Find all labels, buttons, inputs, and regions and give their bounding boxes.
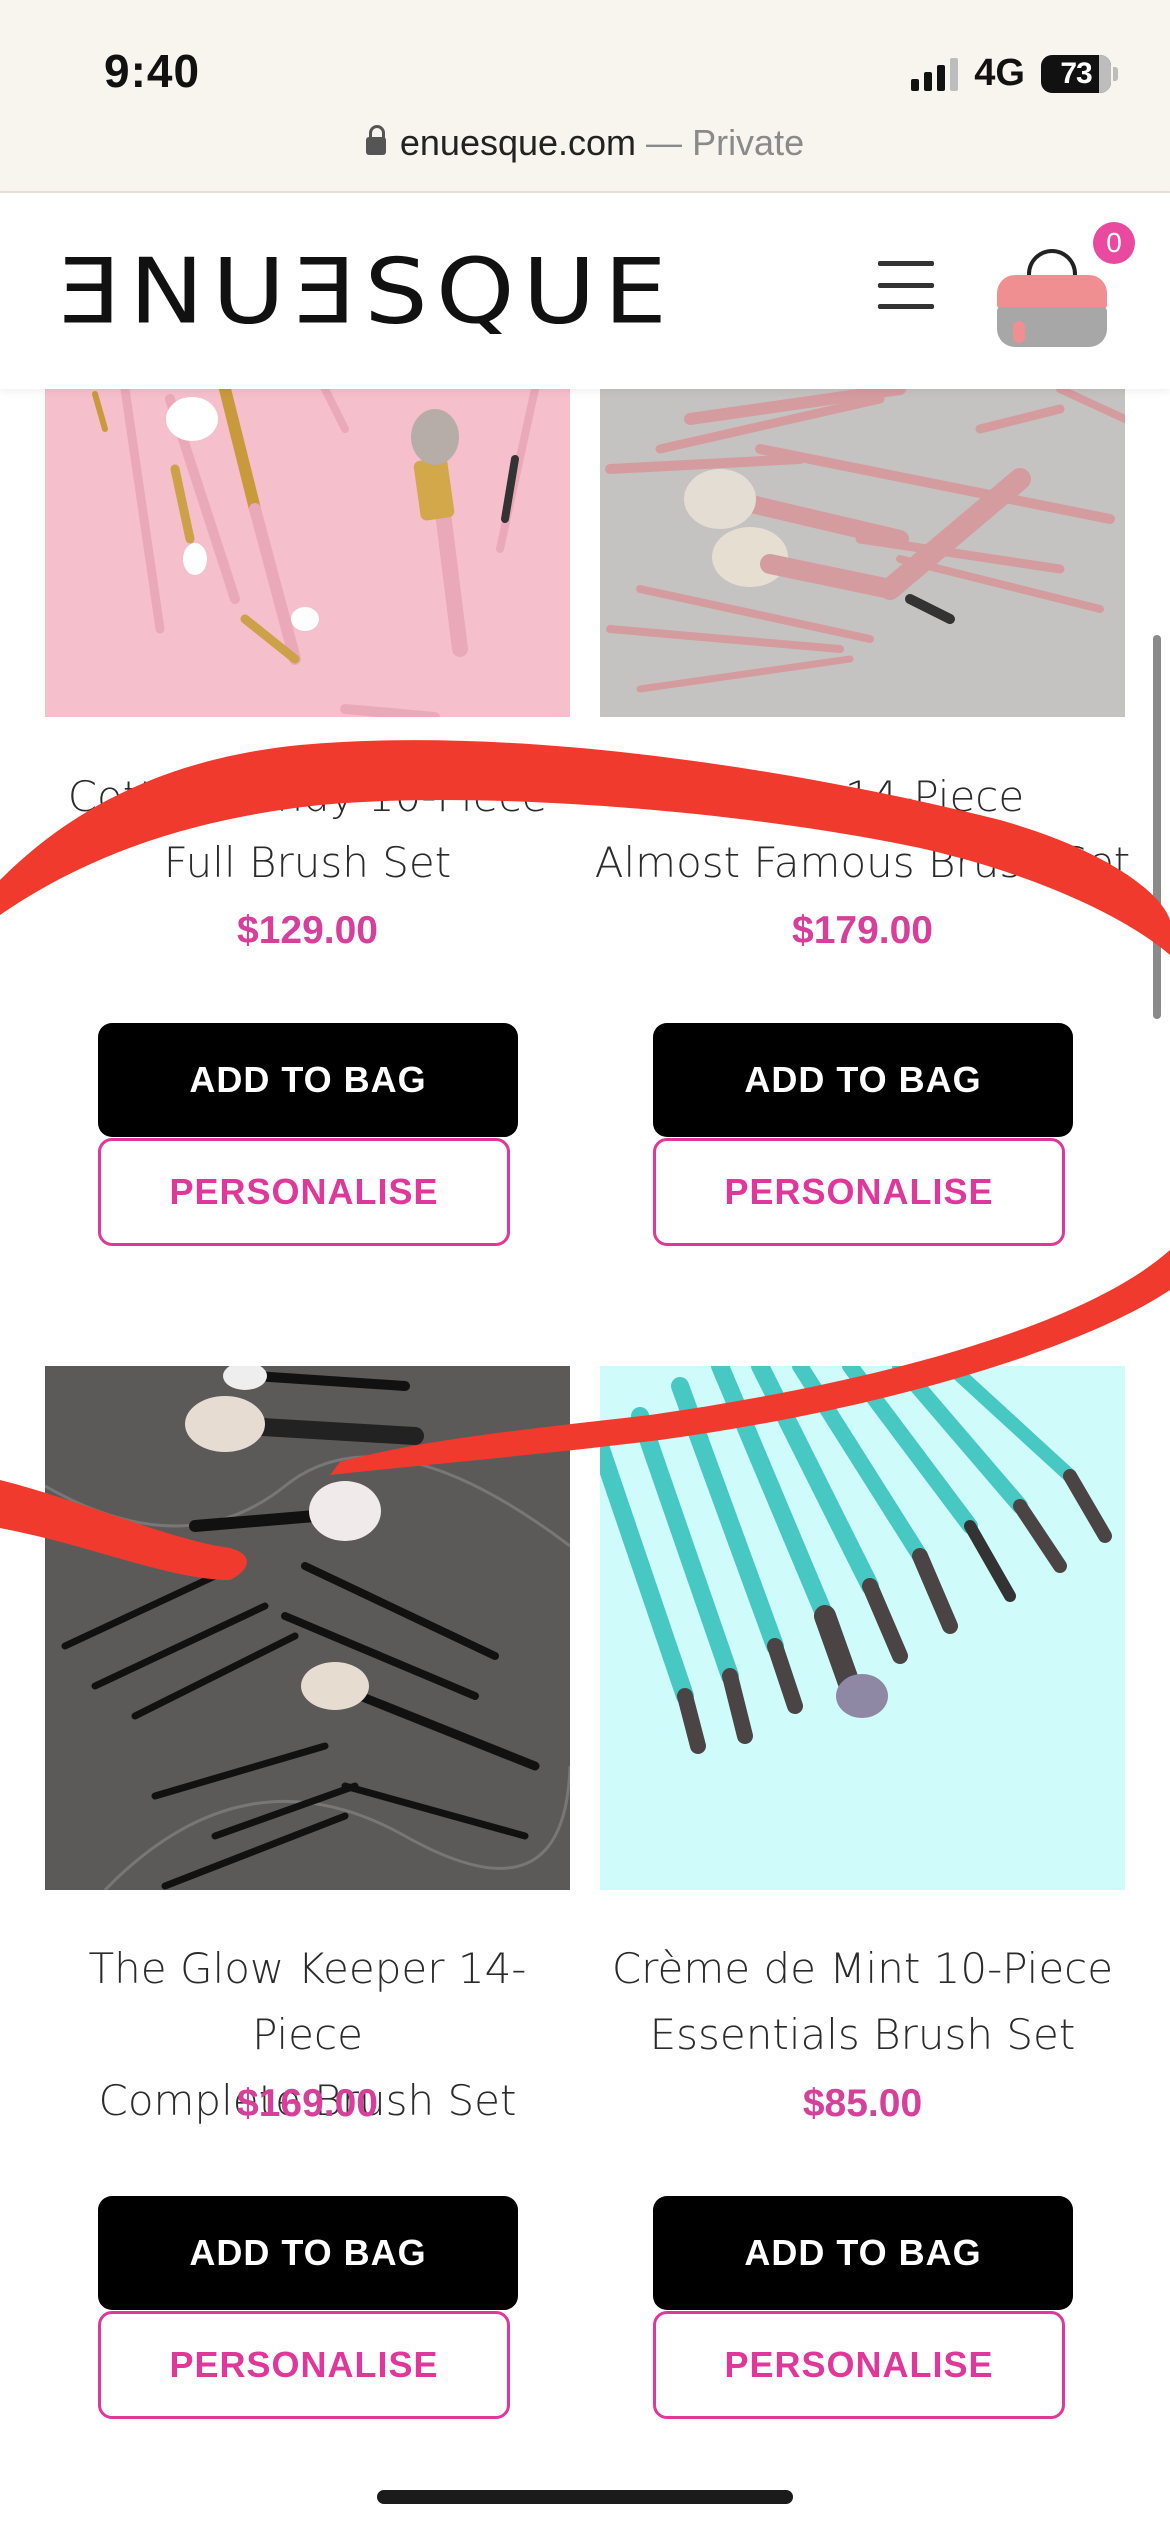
- add-to-bag-button[interactable]: ADD TO BAG: [653, 1023, 1073, 1137]
- site-logo[interactable]: ƎNUƎSQUE: [58, 239, 675, 344]
- personalise-button[interactable]: PERSONALISE: [98, 2311, 510, 2419]
- home-indicator[interactable]: [377, 2490, 793, 2504]
- product-image[interactable]: [45, 1366, 570, 1890]
- menu-icon[interactable]: [878, 261, 934, 309]
- product-price: $129.00: [237, 909, 378, 952]
- add-to-bag-button[interactable]: ADD TO BAG: [98, 1023, 518, 1137]
- cart-bag-icon[interactable]: [993, 237, 1111, 347]
- product-image[interactable]: [600, 389, 1125, 717]
- add-to-bag-button[interactable]: ADD TO BAG: [653, 2196, 1073, 2310]
- product-price: $179.00: [792, 909, 933, 952]
- status-time: 9:40: [104, 45, 201, 97]
- browser-chrome: 9:40 4G 73 enuesque.com — Private: [0, 0, 1170, 193]
- url-domain: enuesque.com: [399, 122, 637, 163]
- add-to-bag-button[interactable]: ADD TO BAG: [98, 2196, 518, 2310]
- product-image[interactable]: [45, 389, 570, 717]
- product-name[interactable]: Crème de Mint 10-Piece Essentials Brush …: [590, 1936, 1135, 2068]
- site-header: ƎNUƎSQUE: [0, 193, 1170, 389]
- cart-count-badge: 0: [1093, 222, 1135, 264]
- lock-icon: [365, 125, 386, 155]
- url-separator: —: [636, 122, 693, 163]
- signal-icon: [911, 57, 959, 91]
- product-name[interactable]: Cotton Candy 10-Piece Full Brush Set: [35, 764, 580, 896]
- private-label: Private: [692, 122, 805, 163]
- product-image[interactable]: [600, 1366, 1125, 1890]
- page: 9:40 4G 73 enuesque.com — Private ƎNUƎSQ…: [0, 0, 1170, 2532]
- product-name[interactable]: Rouge 14-Piece Almost Famous Brush Set: [590, 764, 1135, 896]
- personalise-button[interactable]: PERSONALISE: [653, 1138, 1065, 1246]
- battery-icon: 73: [1041, 54, 1111, 93]
- network-type: 4G: [974, 52, 1025, 94]
- personalise-button[interactable]: PERSONALISE: [653, 2311, 1065, 2419]
- personalise-button[interactable]: PERSONALISE: [98, 1138, 510, 1246]
- battery-level: 73: [1060, 56, 1092, 90]
- scrollbar[interactable]: [1153, 635, 1161, 1019]
- status-indicators: 4G 73: [911, 52, 1118, 95]
- product-price: $85.00: [802, 2082, 923, 2125]
- url-bar[interactable]: enuesque.com — Private: [0, 122, 1170, 164]
- product-price: $169.00: [237, 2082, 378, 2125]
